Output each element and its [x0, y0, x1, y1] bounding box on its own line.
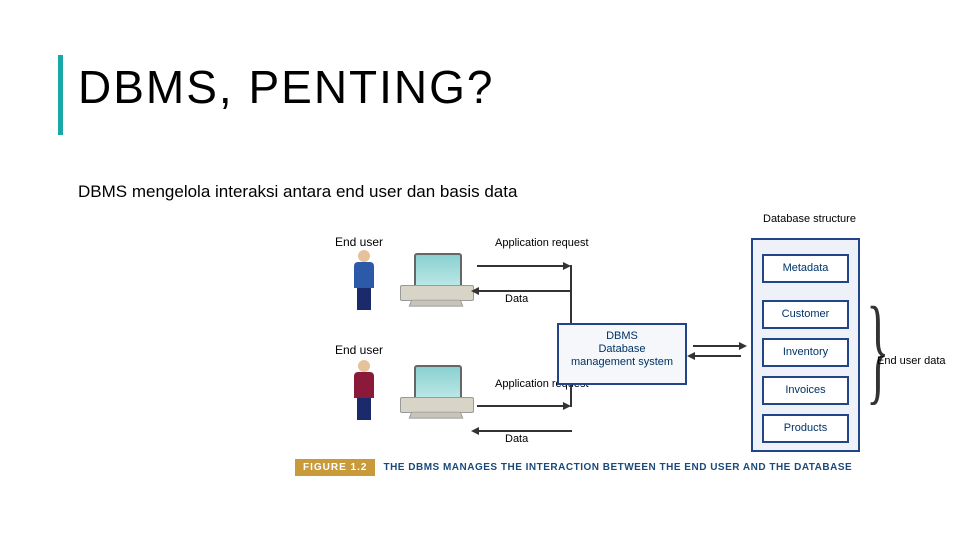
dbms-line: management system	[559, 356, 685, 369]
end-user-top-label: End user	[335, 235, 383, 249]
db-item-invoices: Invoices	[762, 376, 849, 405]
database-structure-box: Metadata Customer Inventory Invoices Pro…	[751, 238, 860, 452]
arrow-label: Data	[505, 293, 528, 305]
arrow-label: Data	[505, 433, 528, 445]
person-icon	[347, 250, 381, 310]
arrow-line	[477, 405, 565, 407]
computer-icon	[400, 365, 472, 417]
end-user-bottom-label: End user	[335, 343, 383, 357]
figure-caption: FIGURE 1.2THE DBMS MANAGES THE INTERACTI…	[295, 457, 895, 475]
computer-icon	[400, 253, 472, 305]
dbms-box: DBMS Database management system	[557, 323, 687, 385]
arrow-line	[477, 265, 565, 267]
arrow-line	[570, 265, 572, 323]
db-item-inventory: Inventory	[762, 338, 849, 367]
db-item-customer: Customer	[762, 300, 849, 329]
dbms-line: DBMS	[559, 330, 685, 343]
slide-subtitle: DBMS mengelola interaksi antara end user…	[78, 182, 517, 202]
figure-number: FIGURE 1.2	[295, 459, 375, 476]
arrow-head-icon	[471, 427, 479, 435]
dbms-diagram: End user End user Application request Da…	[295, 235, 895, 495]
arrow-head-icon	[739, 342, 747, 350]
arrow-line	[693, 345, 741, 347]
brace-icon: }	[866, 280, 889, 418]
slide: DBMS, PENTING? DBMS mengelola interaksi …	[0, 0, 960, 540]
dbms-line: Database	[559, 343, 685, 356]
arrow-line	[477, 290, 572, 292]
db-item-metadata: Metadata	[762, 254, 849, 283]
arrow-line	[477, 430, 572, 432]
end-user-data-label: End user data	[877, 355, 927, 367]
arrow-head-icon	[687, 352, 695, 360]
arrow-line	[693, 355, 741, 357]
slide-title: DBMS, PENTING?	[78, 60, 495, 114]
db-structure-label: Database structure	[763, 213, 843, 225]
arrow-label: Application request	[495, 237, 589, 249]
accent-bar	[58, 55, 63, 135]
db-item-products: Products	[762, 414, 849, 443]
person-icon	[347, 360, 381, 420]
figure-caption-text: THE DBMS MANAGES THE INTERACTION BETWEEN…	[375, 459, 860, 476]
arrow-head-icon	[471, 287, 479, 295]
